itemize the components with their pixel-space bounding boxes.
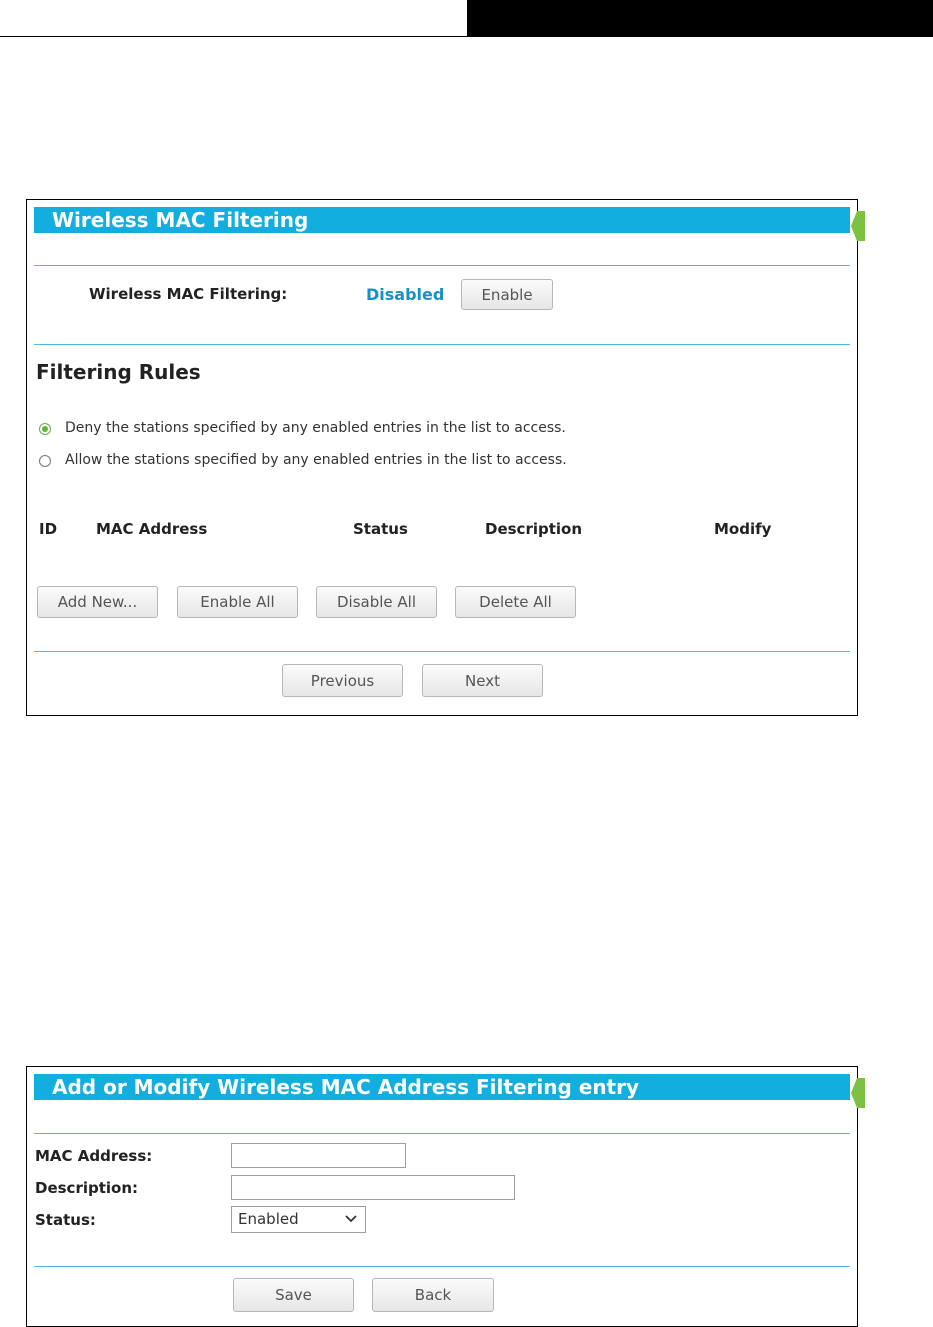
mac-filter-status: Disabled bbox=[366, 285, 445, 304]
add-new-button[interactable]: Add New... bbox=[37, 586, 158, 618]
column-header-mac: MAC Address bbox=[96, 520, 208, 538]
allow-radio[interactable] bbox=[39, 455, 51, 467]
divider bbox=[34, 344, 850, 345]
enable-all-button[interactable]: Enable All bbox=[177, 586, 298, 618]
back-button[interactable]: Back bbox=[372, 1278, 494, 1312]
status-select-value: Enabled bbox=[238, 1210, 299, 1228]
delete-all-button[interactable]: Delete All bbox=[455, 586, 576, 618]
title-tab-icon bbox=[851, 1078, 865, 1108]
page-header-rule bbox=[0, 36, 468, 37]
chevron-down-icon bbox=[345, 1215, 357, 1223]
divider bbox=[34, 1266, 850, 1267]
divider bbox=[34, 1133, 850, 1134]
enable-button[interactable]: Enable bbox=[461, 279, 553, 310]
mac-address-input[interactable] bbox=[231, 1143, 406, 1168]
column-header-description: Description bbox=[485, 520, 583, 538]
deny-radio[interactable] bbox=[39, 423, 51, 435]
divider bbox=[34, 265, 850, 266]
panel-title-bar: Add or Modify Wireless MAC Address Filte… bbox=[34, 1074, 850, 1100]
page-header-bar bbox=[467, 0, 933, 37]
panel-title-bar: Wireless MAC Filtering bbox=[34, 207, 850, 233]
add-modify-entry-panel: Add or Modify Wireless MAC Address Filte… bbox=[26, 1066, 865, 1327]
panel-title: Add or Modify Wireless MAC Address Filte… bbox=[52, 1075, 640, 1099]
column-header-status: Status bbox=[353, 520, 408, 538]
previous-button[interactable]: Previous bbox=[282, 664, 403, 697]
title-tab-icon bbox=[851, 211, 865, 241]
column-header-id: ID bbox=[39, 520, 58, 538]
next-button[interactable]: Next bbox=[422, 664, 543, 697]
disable-all-button[interactable]: Disable All bbox=[316, 586, 437, 618]
save-button[interactable]: Save bbox=[233, 1278, 354, 1312]
status-label: Status: bbox=[35, 1211, 96, 1229]
deny-radio-label[interactable]: Deny the stations specified by any enabl… bbox=[65, 420, 566, 436]
mac-filtering-panel: Wireless MAC Filtering Wireless MAC Filt… bbox=[26, 199, 865, 716]
divider bbox=[34, 651, 850, 652]
mac-address-label: MAC Address: bbox=[35, 1147, 153, 1165]
mac-filter-label: Wireless MAC Filtering: bbox=[89, 285, 288, 303]
filtering-rules-heading: Filtering Rules bbox=[36, 360, 201, 384]
description-input[interactable] bbox=[231, 1175, 515, 1200]
allow-radio-label[interactable]: Allow the stations specified by any enab… bbox=[65, 452, 567, 468]
column-header-modify: Modify bbox=[714, 520, 772, 538]
status-select[interactable]: Enabled bbox=[231, 1206, 366, 1233]
panel-title: Wireless MAC Filtering bbox=[52, 208, 309, 232]
description-label: Description: bbox=[35, 1179, 139, 1197]
